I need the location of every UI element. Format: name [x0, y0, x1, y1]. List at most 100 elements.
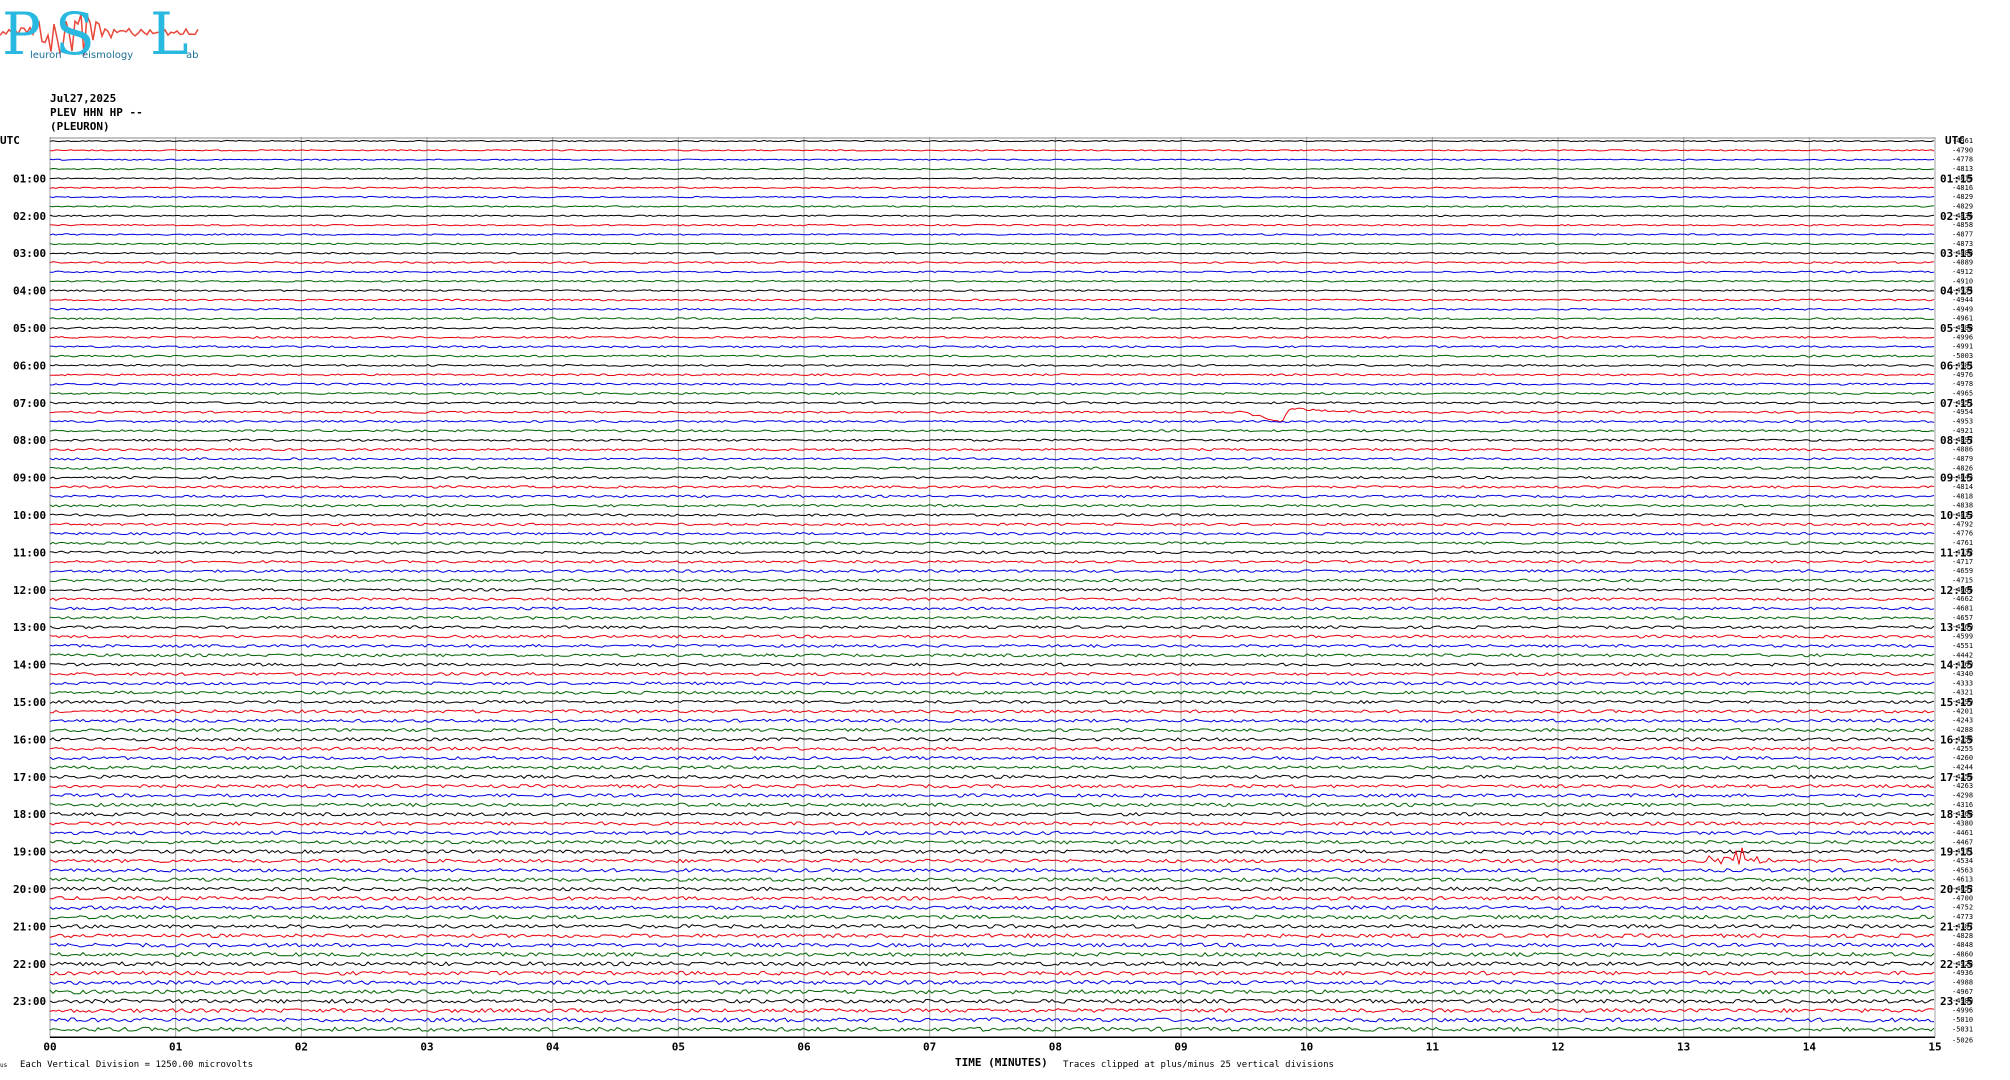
x-tick-label: 11 — [1426, 1040, 1440, 1053]
right-hour-label: 16:15 — [1940, 733, 1973, 746]
x-tick-label: 06 — [797, 1040, 811, 1053]
left-hour-label: 08:00 — [13, 434, 46, 447]
right-hour-label: 07:15 — [1940, 397, 1973, 410]
trace-line — [49, 615, 1935, 620]
trace-line — [50, 270, 1935, 274]
trace-line — [49, 326, 1935, 330]
trace-line — [49, 569, 1935, 573]
trace-offset-label: -4978 — [1952, 380, 1973, 388]
trace-offset-label: -5026 — [1952, 1036, 1973, 1044]
trace-line — [49, 550, 1935, 555]
trace-line — [49, 167, 1935, 171]
trace-line — [49, 905, 1935, 911]
x-tick-label: 12 — [1551, 1040, 1564, 1053]
trace-line — [49, 727, 1935, 733]
corner-mark: us — [0, 1062, 8, 1069]
left-hour-label: 09:00 — [13, 472, 46, 485]
left-axis-label: UTC — [0, 134, 20, 147]
trace-line — [49, 847, 1935, 865]
trace-line — [50, 709, 1935, 714]
x-tick-label: 09 — [1174, 1040, 1187, 1053]
scale-note: Each Vertical Division = 1250.00 microvo… — [20, 1060, 253, 1070]
left-hour-label: 10:00 — [13, 509, 46, 522]
left-hour-label: 23:00 — [13, 995, 46, 1008]
trace-offset-label: -4776 — [1952, 530, 1973, 538]
trace-line — [49, 886, 1935, 892]
trace-line — [49, 186, 1935, 189]
trace-line — [49, 597, 1935, 602]
right-hour-label: 22:15 — [1940, 958, 1973, 971]
trace-line — [49, 951, 1935, 958]
right-hour-label: 19:15 — [1940, 846, 1973, 859]
trace-offset-label: -4752 — [1952, 904, 1973, 912]
trace-line — [49, 363, 1935, 367]
trace-line — [49, 970, 1935, 976]
left-hour-label: 07:00 — [13, 397, 46, 410]
trace-line — [49, 699, 1935, 705]
trace-offset-label: -4790 — [1952, 146, 1973, 154]
right-hour-label: 18:15 — [1940, 808, 1973, 821]
trace-offset-label: -4848 — [1952, 941, 1973, 949]
trace-line — [49, 802, 1935, 808]
x-tick-label: 14 — [1803, 1040, 1817, 1053]
trace-line — [49, 419, 1935, 424]
trace-line — [49, 494, 1935, 499]
left-hour-label: 21:00 — [13, 920, 46, 933]
right-hour-label: 08:15 — [1940, 434, 1973, 447]
trace-line — [49, 942, 1935, 948]
trace-line — [49, 1007, 1935, 1014]
left-hour-label: 06:00 — [13, 359, 46, 372]
trace-line — [50, 662, 1935, 667]
trace-offset-label: -4260 — [1952, 754, 1973, 762]
trace-line — [49, 261, 1935, 264]
trace-offset-label: -4551 — [1952, 642, 1973, 650]
trace-line — [49, 653, 1935, 658]
trace-line — [49, 830, 1935, 836]
trace-line — [49, 681, 1935, 686]
trace-line — [49, 774, 1935, 780]
x-tick-label: 15 — [1928, 1040, 1941, 1053]
right-hour-label: 10:15 — [1940, 509, 1973, 522]
x-tick-label: 08 — [1049, 1040, 1062, 1053]
left-hour-label: 05:00 — [13, 322, 46, 335]
trace-line — [49, 1026, 1935, 1032]
trace-line — [49, 923, 1935, 929]
trace-line — [50, 407, 1935, 423]
left-hour-label: 22:00 — [13, 958, 46, 971]
trace-offset-label: -4988 — [1952, 979, 1973, 987]
trace-line — [49, 503, 1935, 508]
trace-line — [49, 401, 1934, 405]
left-hour-label: 11:00 — [13, 546, 46, 559]
trace-line — [49, 485, 1935, 489]
trace-line — [49, 391, 1934, 395]
trace-line — [49, 233, 1935, 236]
right-hour-label: 20:15 — [1940, 883, 1973, 896]
trace-line — [49, 765, 1935, 770]
trace-line — [49, 914, 1935, 920]
trace-line — [49, 718, 1935, 723]
trace-line — [49, 821, 1935, 826]
trace-line — [49, 139, 1935, 143]
left-hour-label: 17:00 — [13, 771, 46, 784]
trace-line — [49, 513, 1935, 517]
right-hour-label: 04:15 — [1940, 285, 1973, 298]
trace-line — [49, 429, 1935, 433]
trace-offset-label: -4912 — [1952, 268, 1973, 276]
trace-line — [49, 989, 1935, 995]
trace-offset-label: -4991 — [1952, 343, 1973, 351]
x-tick-label: 02 — [295, 1040, 308, 1053]
trace-offset-label: -4829 — [1952, 193, 1973, 201]
trace-line — [49, 625, 1935, 630]
right-hour-label: 09:15 — [1940, 472, 1973, 485]
x-tick-label: 00 — [43, 1040, 56, 1053]
trace-line — [49, 634, 1935, 639]
trace-offset-label: -4243 — [1952, 717, 1973, 725]
trace-line — [49, 671, 1935, 677]
trace-line — [49, 354, 1935, 358]
trace-line — [49, 382, 1935, 386]
trace-line — [49, 317, 1935, 321]
x-axis-title: TIME (MINUTES) — [955, 1056, 1048, 1069]
trace-line — [50, 223, 1935, 227]
trace-line — [49, 867, 1935, 873]
trace-line — [49, 783, 1935, 789]
